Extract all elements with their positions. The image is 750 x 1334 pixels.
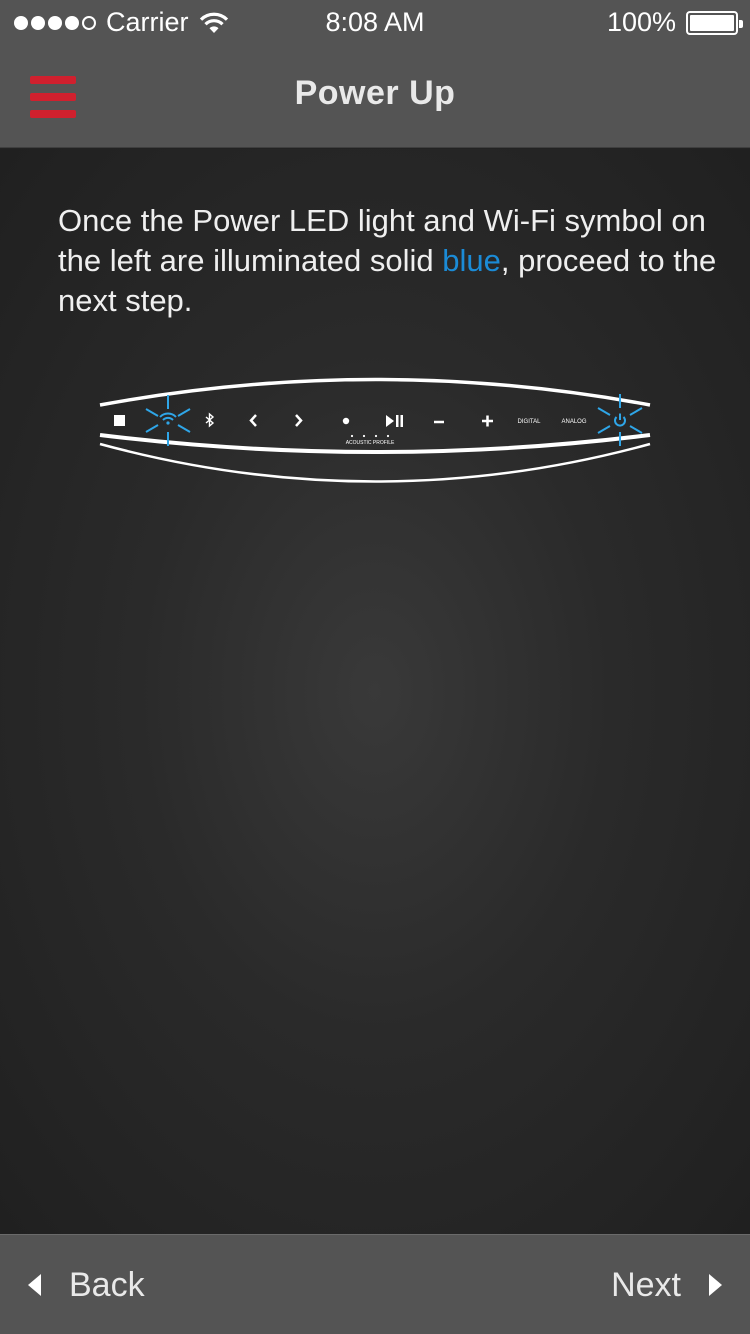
instruction-highlight: blue xyxy=(442,243,501,278)
next-icon xyxy=(295,414,303,427)
caret-left-icon xyxy=(28,1274,41,1296)
device-top-edge xyxy=(99,377,651,407)
next-button[interactable]: Next xyxy=(611,1261,722,1309)
back-label: Back xyxy=(69,1265,145,1304)
analog-label: ANALOG xyxy=(561,419,586,425)
navigation-bar: Power Up xyxy=(0,48,750,148)
acoustic-profile-label: ACOUSTIC PROFILE xyxy=(346,440,395,446)
play-pause-icon xyxy=(386,415,403,427)
battery-nub xyxy=(739,19,743,28)
status-bar: Carrier 8:08 AM 100% xyxy=(0,0,750,48)
battery-fill xyxy=(690,14,734,31)
caret-right-icon xyxy=(709,1274,722,1296)
app-screen: Carrier 8:08 AM 100% Power Up Once the P… xyxy=(0,0,750,1334)
stop-icon xyxy=(114,415,125,426)
acoustic-profile-button-icon xyxy=(342,417,390,438)
wifi-icon xyxy=(145,395,191,446)
instruction-text: Once the Power LED light and Wi-Fi symbo… xyxy=(58,201,718,321)
main-content: Once the Power LED light and Wi-Fi symbo… xyxy=(0,149,750,1234)
battery-percent: 100% xyxy=(606,7,676,37)
status-right: 100% xyxy=(606,7,743,38)
device-bottom-edge xyxy=(99,442,651,483)
bottom-toolbar: Back Next xyxy=(0,1234,750,1334)
digital-label: DIGITAL xyxy=(518,419,542,425)
previous-icon xyxy=(249,414,257,427)
volume-up-icon xyxy=(482,415,493,427)
bluetooth-icon xyxy=(205,412,215,428)
speaker-device-illustration: ACOUSTIC PROFILE DIGITAL ANALOG xyxy=(99,377,651,483)
page-title: Power Up xyxy=(294,74,456,112)
back-button[interactable]: Back xyxy=(28,1261,145,1309)
next-label: Next xyxy=(611,1265,681,1304)
battery-icon xyxy=(686,10,743,35)
